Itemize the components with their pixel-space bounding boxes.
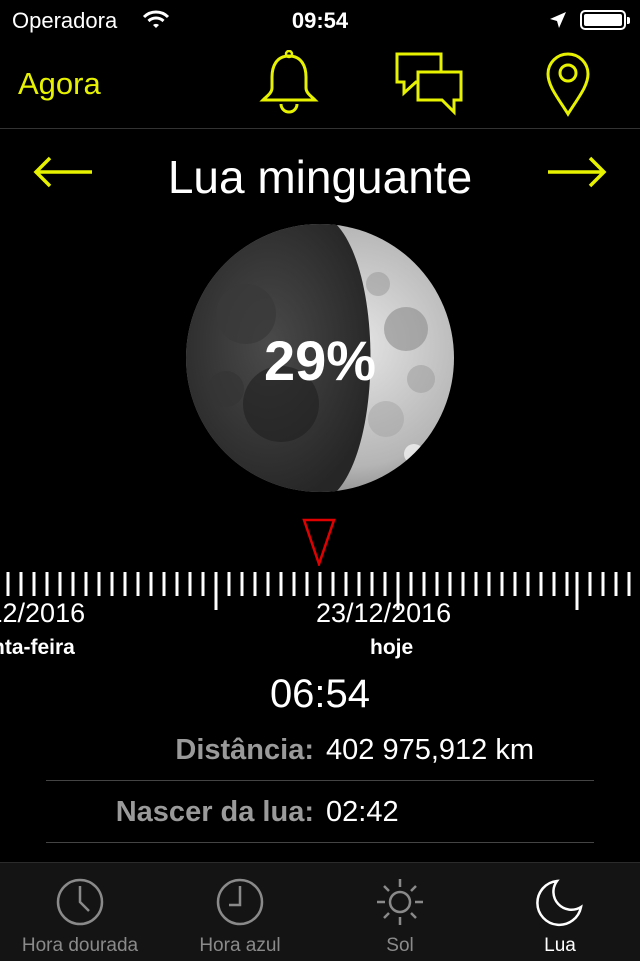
distance-row: Distância: 402 975,912 km (46, 722, 594, 781)
tab-bar: Hora dourada Hora azul Sol Lua (0, 862, 640, 961)
status-bar: Operadora 09:54 (0, 0, 640, 40)
illumination-percent: 29% (263, 329, 377, 392)
tab-golden-hour[interactable]: Hora dourada (0, 863, 160, 961)
timeline-date-previous: /12/2016 (0, 598, 86, 628)
tab-label: Lua (544, 935, 576, 956)
timeline-date-current: 23/12/2016 (316, 598, 452, 628)
next-arrow-icon[interactable] (546, 146, 608, 198)
timeline-day-previous: nta-feira (0, 636, 75, 659)
current-date-marker-icon (302, 518, 336, 566)
phase-header: Lua minguante (0, 128, 640, 218)
chat-bubbles-icon[interactable] (394, 50, 464, 116)
status-time: 09:54 (291, 8, 349, 33)
distance-value: 402 975,912 km (326, 734, 534, 766)
moonrise-value: 02:42 (326, 796, 399, 828)
toolbar: Agora (0, 40, 640, 129)
location-pin-icon[interactable] (544, 50, 592, 118)
tab-moon[interactable]: Lua (480, 863, 640, 961)
battery-icon (580, 10, 630, 30)
now-button[interactable]: Agora (18, 66, 101, 102)
moonrise-label: Nascer da lua: (115, 796, 314, 828)
tab-blue-hour[interactable]: Hora azul (160, 863, 320, 961)
tab-label: Hora dourada (21, 935, 139, 956)
tab-label: Sol (386, 935, 414, 956)
sun-icon (377, 879, 423, 925)
moon-icon (536, 879, 583, 927)
moon-image: 29% (186, 224, 454, 492)
clock-icon (56, 878, 104, 926)
timeline-day-current: hoje (370, 636, 414, 659)
clock-icon (216, 878, 264, 926)
distance-label: Distância: (175, 734, 314, 766)
bell-icon[interactable] (258, 50, 320, 114)
location-arrow-icon (550, 12, 566, 28)
phase-title: Lua minguante (167, 151, 473, 203)
tab-label: Hora azul (199, 935, 281, 956)
selected-time[interactable]: 06:54 (0, 672, 640, 717)
moonrise-row: Nascer da lua: 02:42 (46, 784, 594, 843)
tab-sun[interactable]: Sol (320, 863, 480, 961)
